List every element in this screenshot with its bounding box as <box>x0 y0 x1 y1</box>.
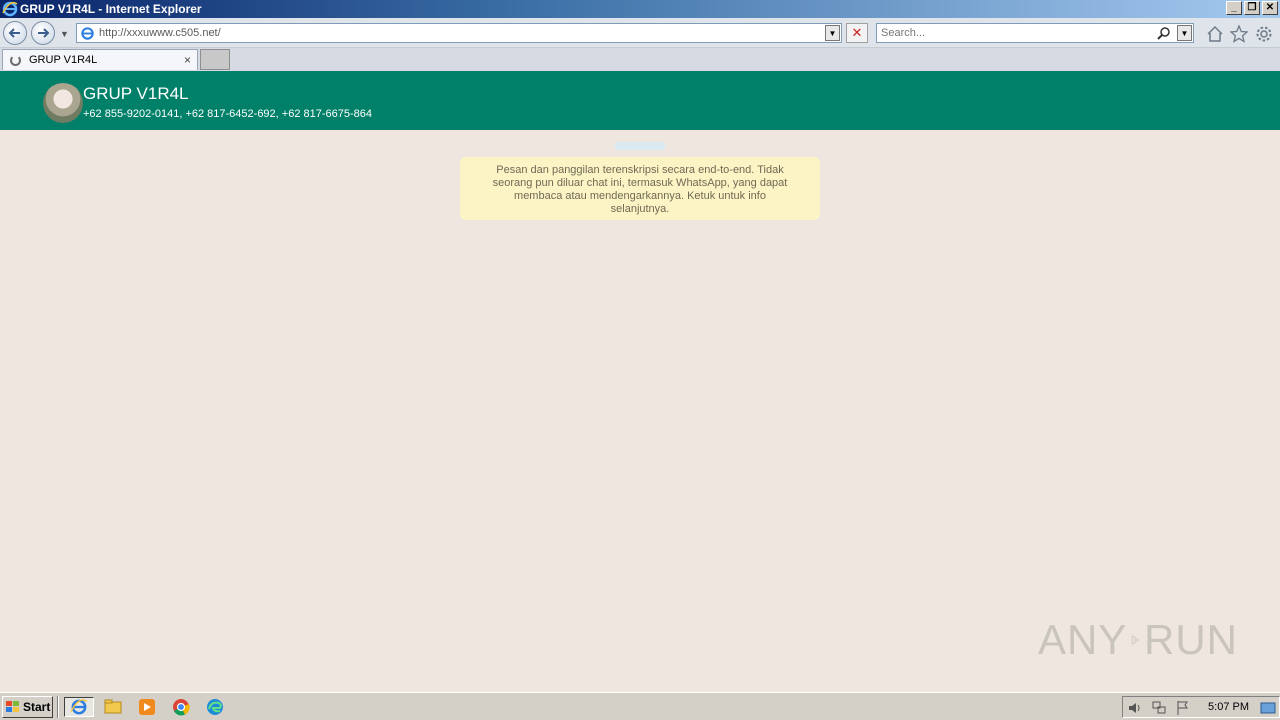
chat-header: GRUP V1R4L +62 855-9202-0141, +62 817-64… <box>0 71 1280 130</box>
taskbar-separator <box>57 696 59 718</box>
search-box[interactable]: ▼ <box>876 23 1194 43</box>
page-ie-icon <box>81 27 94 40</box>
window-title: GRUP V1R4L - Internet Explorer <box>20 2 202 16</box>
minimize-button[interactable]: _ <box>1226 1 1242 15</box>
show-desktop-icon[interactable] <box>1260 700 1276 716</box>
back-arrow-icon <box>8 28 20 38</box>
window-titlebar: GRUP V1R4L - Internet Explorer _ ❐ ✕ <box>0 0 1280 18</box>
maximize-button[interactable]: ❐ <box>1244 1 1260 15</box>
history-dropdown-icon[interactable]: ▼ <box>60 29 69 39</box>
taskbar-media-player-icon[interactable] <box>136 697 158 717</box>
search-dropdown-icon[interactable]: ▼ <box>1177 25 1192 41</box>
tab-strip: GRUP V1R4L × <box>0 48 1280 71</box>
chat-area: Pesan dan panggilan terenskripsi secara … <box>0 130 1280 692</box>
watermark-right: RUN <box>1144 616 1238 663</box>
stop-button[interactable]: ✕ <box>846 23 868 43</box>
anyrun-watermark: ANY RUN <box>1038 610 1238 670</box>
volume-icon[interactable] <box>1127 700 1143 716</box>
network-icon[interactable] <box>1151 700 1167 716</box>
taskbar-edge-icon[interactable] <box>204 697 226 717</box>
start-label: Start <box>23 700 51 714</box>
address-dropdown-icon[interactable]: ▼ <box>825 25 840 41</box>
encryption-notice[interactable]: Pesan dan panggilan terenskripsi secara … <box>460 157 820 220</box>
address-bar[interactable]: http://xxxuwww.c505.net/ ▼ <box>76 23 842 43</box>
navigation-bar: ▼ http://xxxuwww.c505.net/ ▼ ✕ ▼ <box>0 18 1280 48</box>
date-pill <box>615 142 665 150</box>
play-logo-icon <box>1132 635 1140 645</box>
taskbar-chrome-icon[interactable] <box>170 697 192 717</box>
home-icon[interactable] <box>1206 25 1224 43</box>
tab-label: GRUP V1R4L <box>29 54 98 66</box>
search-input[interactable] <box>877 24 1147 42</box>
group-members: +62 855-9202-0141, +62 817-6452-692, +62… <box>83 108 372 120</box>
back-button[interactable] <box>3 21 27 45</box>
new-tab-button[interactable] <box>200 49 230 70</box>
start-button[interactable]: Start <box>2 696 53 718</box>
system-tray: 5:07 PM <box>1122 696 1280 718</box>
watermark-left: ANY <box>1038 616 1128 663</box>
search-icon[interactable] <box>1157 26 1171 40</box>
taskbar-file-explorer-icon[interactable] <box>102 697 124 717</box>
taskbar: Start 5:07 PM <box>0 692 1280 720</box>
windows-flag-icon <box>6 701 19 712</box>
internet-explorer-icon <box>2 1 18 17</box>
loading-spinner-icon <box>10 54 21 66</box>
url-text[interactable]: http://xxxuwww.c505.net/ <box>99 27 221 39</box>
action-center-flag-icon[interactable] <box>1175 700 1191 716</box>
settings-gear-icon[interactable] <box>1255 25 1273 43</box>
taskbar-ie-icon[interactable] <box>64 697 94 717</box>
group-avatar[interactable] <box>43 83 83 123</box>
clock[interactable]: 5:07 PM <box>1208 701 1249 713</box>
tab-grup-v1r4l[interactable]: GRUP V1R4L × <box>2 49 198 70</box>
close-button[interactable]: ✕ <box>1262 1 1278 15</box>
group-name[interactable]: GRUP V1R4L <box>83 84 189 104</box>
tab-close-icon[interactable]: × <box>184 53 191 67</box>
forward-button[interactable] <box>31 21 55 45</box>
forward-arrow-icon <box>38 28 50 38</box>
favorites-star-icon[interactable] <box>1230 25 1248 43</box>
